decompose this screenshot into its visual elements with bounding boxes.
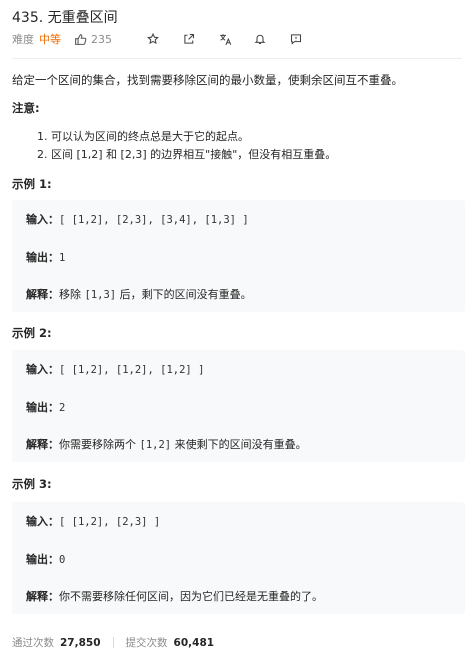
example-3-box: 输入：[ [1,2], [2,3] ] 输出：0 解释：你不需要移除任何区间，因… — [12, 502, 465, 614]
example-output-value: 2 — [59, 402, 66, 414]
problem-description: 给定一个区间的集合，找到需要移除区间的最小数量，使剩余区间互不重叠。 — [12, 73, 403, 87]
example-explain-line: 解释：你需要移除两个 [1,2] 来使剩下的区间没有重叠。 — [26, 436, 307, 452]
example-2-title: 示例 2: — [12, 326, 52, 340]
example-output-line: 输出：1 — [26, 249, 65, 265]
output-label: 输出： — [26, 401, 59, 414]
share-button[interactable] — [181, 30, 197, 48]
example-1-title: 示例 1: — [12, 177, 52, 191]
thumbs-up-icon — [75, 33, 87, 45]
likes-count: 235 — [91, 32, 112, 46]
example-input-line: 输入：[ [1,2], [2,3] ] — [26, 513, 160, 529]
example-output-value: 1 — [59, 252, 66, 264]
example-input-line: 输入：[ [1,2], [2,3], [3,4], [1,3] ] — [26, 211, 249, 227]
explain-text: 移除 — [59, 288, 81, 301]
feedback-button[interactable] — [288, 30, 304, 48]
bell-icon — [254, 34, 266, 45]
problem-meta-bar: 难度 中等 235 — [12, 30, 462, 48]
header-divider — [12, 58, 462, 59]
note-item: 1. 可以认为区间的终点总是大于它的起点。 — [37, 130, 249, 143]
explain-text-tail: 来使剩下的区间没有重叠。 — [174, 438, 307, 451]
problem-title: 435. 无重叠区间 — [12, 10, 118, 26]
favorite-button[interactable] — [145, 30, 161, 48]
explain-text-tail: 后，剩下的区间没有重叠。 — [119, 288, 252, 301]
example-output-line: 输出：2 — [26, 399, 65, 415]
translate-button[interactable] — [217, 30, 233, 48]
explain-text: 你不需要移除任何区间，因为它们已经是无重叠的了。 — [59, 590, 323, 603]
explain-code: [1,3] — [84, 289, 117, 301]
explain-label: 解释： — [26, 438, 59, 451]
explain-label: 解释： — [26, 590, 59, 603]
feedback-icon — [290, 34, 302, 45]
example-explain-line: 解释：移除 [1,3] 后，剩下的区间没有重叠。 — [26, 286, 252, 302]
accepted-value: 27,850 — [60, 636, 101, 649]
subscribe-button[interactable] — [252, 30, 268, 48]
difficulty-value: 中等 — [39, 33, 61, 46]
explain-label: 解释： — [26, 288, 59, 301]
example-explain-line: 解释：你不需要移除任何区间，因为它们已经是无重叠的了。 — [26, 588, 323, 604]
output-label: 输出： — [26, 251, 59, 264]
explain-text: 你需要移除两个 — [59, 438, 136, 451]
example-input-value: [ [1,2], [2,3] ] — [59, 516, 161, 528]
submissions-value: 60,481 — [173, 636, 215, 649]
stats-divider — [112, 637, 114, 648]
example-input-value: [ [1,2], [2,3], [3,4], [1,3] ] — [59, 214, 249, 226]
example-input-value: [ [1,2], [1,2], [1,2] ] — [59, 364, 205, 376]
input-label: 输入： — [26, 363, 59, 376]
difficulty-label: 难度 — [12, 33, 34, 46]
translate-icon — [219, 33, 231, 45]
example-output-line: 输出：0 — [26, 551, 65, 567]
example-output-value: 0 — [59, 554, 66, 566]
note-item: 2. 区间 [1,2] 和 [2,3] 的边界相互"接触"，但没有相互重叠。 — [37, 148, 337, 161]
example-input-line: 输入：[ [1,2], [1,2], [1,2] ] — [26, 361, 204, 377]
example-1-box: 输入：[ [1,2], [2,3], [3,4], [1,3] ] 输出：1 解… — [12, 200, 465, 312]
explain-code: [1,2] — [139, 439, 172, 451]
accepted-label: 通过次数 — [12, 637, 54, 649]
input-label: 输入： — [26, 213, 59, 226]
example-2-box: 输入：[ [1,2], [1,2], [1,2] ] 输出：2 解释：你需要移除… — [12, 350, 465, 462]
like-button[interactable]: 235 — [74, 33, 112, 46]
share-icon — [184, 33, 195, 44]
star-icon — [147, 33, 159, 45]
input-label: 输入： — [26, 515, 59, 528]
note-list: 1. 可以认为区间的终点总是大于它的起点。 2. 区间 [1,2] 和 [2,3… — [37, 128, 336, 164]
example-3-title: 示例 3: — [12, 477, 52, 491]
output-label: 输出： — [26, 553, 59, 566]
note-heading: 注意: — [12, 101, 40, 115]
submission-stats: 通过次数 27,850 提交次数 60,481 — [12, 635, 214, 649]
submissions-label: 提交次数 — [125, 637, 168, 649]
